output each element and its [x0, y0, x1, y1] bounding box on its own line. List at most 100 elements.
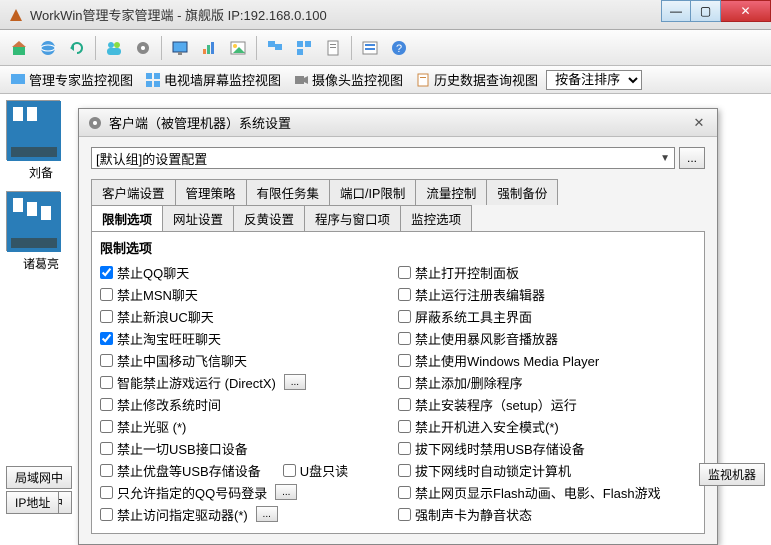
option-more-button[interactable]: ...: [275, 484, 297, 500]
tab[interactable]: 网址设置: [162, 205, 234, 231]
client-thumb[interactable]: [6, 191, 60, 251]
option-checkbox[interactable]: [100, 288, 113, 301]
view-label: 历史数据查询视图: [434, 70, 538, 89]
tab[interactable]: 限制选项: [91, 205, 163, 231]
monitor-icon[interactable]: [167, 35, 193, 61]
tab[interactable]: 管理策略: [175, 179, 247, 205]
option-label: 只允许指定的QQ号码登录: [117, 483, 267, 502]
view-label: 摄像头监控视图: [312, 70, 403, 89]
view-history[interactable]: 历史数据查询视图: [411, 68, 542, 91]
dialog-titlebar[interactable]: 客户端（被管理机器）系统设置 ✕: [79, 109, 717, 137]
tab[interactable]: 端口/IP限制: [329, 179, 416, 205]
view-label: 管理专家监控视图: [29, 70, 133, 89]
option-label: 禁止开机进入安全模式(*): [415, 417, 559, 436]
help-icon[interactable]: ?: [386, 35, 412, 61]
view-label: 电视墙屏幕监控视图: [164, 70, 281, 89]
option-checkbox[interactable]: [398, 288, 411, 301]
image-icon[interactable]: [225, 35, 251, 61]
tab[interactable]: 强制备份: [486, 179, 558, 205]
option-checkbox[interactable]: [100, 398, 113, 411]
tab[interactable]: 有限任务集: [246, 179, 331, 205]
option-checkbox[interactable]: [398, 508, 411, 521]
document-icon[interactable]: [320, 35, 346, 61]
option-label: 智能禁止游戏运行 (DirectX): [117, 373, 276, 392]
option-checkbox[interactable]: [398, 420, 411, 433]
option-checkbox[interactable]: [100, 486, 113, 499]
windows-icon[interactable]: [262, 35, 288, 61]
option-label: 拔下网线时自动锁定计算机: [415, 461, 571, 480]
option-checkbox[interactable]: [398, 354, 411, 367]
tab[interactable]: 流量控制: [415, 179, 487, 205]
option-row: 禁止打开控制面板: [398, 261, 696, 283]
option-checkbox[interactable]: [398, 310, 411, 323]
option-checkbox[interactable]: [398, 442, 411, 455]
ip-button[interactable]: IP地址: [6, 491, 59, 514]
tab[interactable]: 监控选项: [400, 205, 472, 231]
option-checkbox[interactable]: [398, 266, 411, 279]
option-label: 屏蔽系统工具主界面: [415, 307, 532, 326]
view-camera[interactable]: 摄像头监控视图: [289, 68, 407, 91]
option-more-button[interactable]: ...: [284, 374, 306, 390]
option-checkbox[interactable]: [100, 310, 113, 323]
option-label: 禁止一切USB接口设备: [117, 439, 248, 458]
refresh-icon[interactable]: [64, 35, 90, 61]
list-icon[interactable]: [357, 35, 383, 61]
option-row: 禁止使用暴风影音播放器: [398, 327, 696, 349]
browse-button[interactable]: ...: [679, 147, 705, 169]
group-title: 限制选项: [100, 238, 696, 257]
view-tabs: 管理专家监控视图 电视墙屏幕监控视图 摄像头监控视图 历史数据查询视图 按备注排…: [0, 66, 771, 94]
option-label: U盘只读: [300, 461, 348, 480]
home-icon[interactable]: [6, 35, 32, 61]
option-checkbox[interactable]: [100, 508, 113, 521]
option-checkbox[interactable]: [100, 354, 113, 367]
lan-button[interactable]: 局域网中: [6, 466, 72, 489]
option-label: 禁止修改系统时间: [117, 395, 221, 414]
option-more-button[interactable]: ...: [256, 506, 278, 522]
config-combo[interactable]: [默认组]的设置配置 ▼: [91, 147, 675, 169]
window-controls: — ▢ ✕: [661, 0, 771, 22]
view-monitor[interactable]: 管理专家监控视图: [6, 68, 137, 91]
option-label: 强制声卡为静音状态: [415, 505, 532, 524]
users-icon[interactable]: [101, 35, 127, 61]
dialog-close-icon[interactable]: ✕: [689, 115, 709, 131]
tab[interactable]: 反黄设置: [233, 205, 305, 231]
globe-icon[interactable]: [35, 35, 61, 61]
option-checkbox[interactable]: [398, 376, 411, 389]
separator: [161, 36, 162, 60]
close-button[interactable]: ✕: [721, 0, 771, 22]
option-row: 禁止添加/删除程序: [398, 371, 696, 393]
option-checkbox[interactable]: [398, 398, 411, 411]
option-label: 禁止安装程序（setup）运行: [415, 395, 577, 414]
option-checkbox[interactable]: [100, 266, 113, 279]
option-checkbox[interactable]: [398, 332, 411, 345]
option-checkbox[interactable]: [283, 464, 296, 477]
option-label: 禁止使用Windows Media Player: [415, 351, 599, 370]
windows2-icon[interactable]: [291, 35, 317, 61]
sort-dropdown[interactable]: 按备注排序: [546, 70, 642, 90]
monitor-machine-button[interactable]: 监视机器: [699, 463, 765, 486]
chart-icon[interactable]: [196, 35, 222, 61]
window-title: WorkWin管理专家管理端 - 旗舰版 IP:192.168.0.100: [30, 5, 763, 24]
option-label: 禁止QQ聊天: [117, 263, 189, 282]
gear-icon[interactable]: [130, 35, 156, 61]
client-thumb[interactable]: [6, 100, 60, 160]
separator: [256, 36, 257, 60]
option-checkbox[interactable]: [100, 420, 113, 433]
tab[interactable]: 客户端设置: [91, 179, 176, 205]
option-checkbox[interactable]: [100, 376, 113, 389]
option-label: 禁止添加/删除程序: [415, 373, 523, 392]
option-checkbox[interactable]: [398, 486, 411, 499]
main-titlebar: WorkWin管理专家管理端 - 旗舰版 IP:192.168.0.100 — …: [0, 0, 771, 30]
minimize-button[interactable]: —: [661, 0, 691, 22]
tab[interactable]: 程序与窗口项: [304, 205, 401, 231]
separator: [351, 36, 352, 60]
option-checkbox[interactable]: [100, 332, 113, 345]
option-checkbox[interactable]: [100, 442, 113, 455]
option-checkbox[interactable]: [398, 464, 411, 477]
option-checkbox[interactable]: [100, 464, 113, 477]
option-label: 禁止中国移动飞信聊天: [117, 351, 247, 370]
view-tvwall[interactable]: 电视墙屏幕监控视图: [141, 68, 285, 91]
svg-text:?: ?: [396, 43, 402, 55]
tabset: 客户端设置管理策略有限任务集端口/IP限制流量控制强制备份 限制选项网址设置反黄…: [91, 179, 705, 534]
maximize-button[interactable]: ▢: [691, 0, 721, 22]
